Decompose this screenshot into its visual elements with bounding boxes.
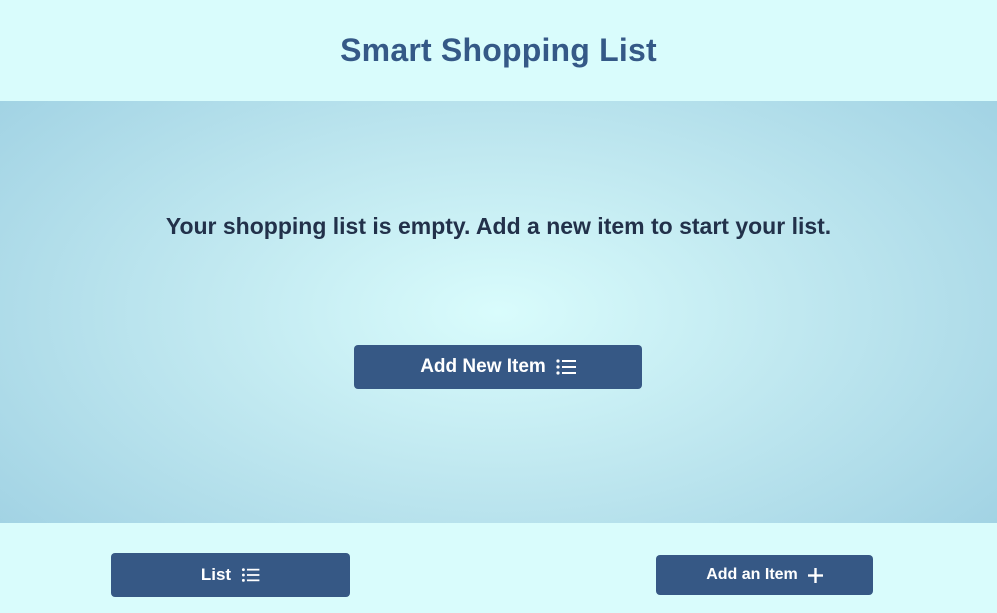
page-title: Smart Shopping List bbox=[340, 32, 657, 68]
app-header: Smart Shopping List bbox=[0, 0, 997, 101]
plus-icon bbox=[807, 567, 823, 583]
add-new-item-label: Add New Item bbox=[420, 356, 546, 377]
list-button[interactable]: List bbox=[111, 553, 350, 597]
list-button-label: List bbox=[200, 565, 232, 584]
footer-nav: List Add an Item bbox=[0, 523, 997, 613]
add-an-item-button[interactable]: Add an Item bbox=[656, 555, 873, 595]
empty-list-message: Your shopping list is empty. Add a new i… bbox=[165, 213, 832, 239]
add-an-item-label: Add an Item bbox=[706, 566, 798, 583]
add-new-item-button[interactable]: Add New Item bbox=[354, 345, 642, 389]
list-icon bbox=[241, 567, 260, 583]
main-content: Your shopping list is empty. Add a new i… bbox=[0, 101, 997, 523]
list-icon bbox=[556, 358, 576, 376]
